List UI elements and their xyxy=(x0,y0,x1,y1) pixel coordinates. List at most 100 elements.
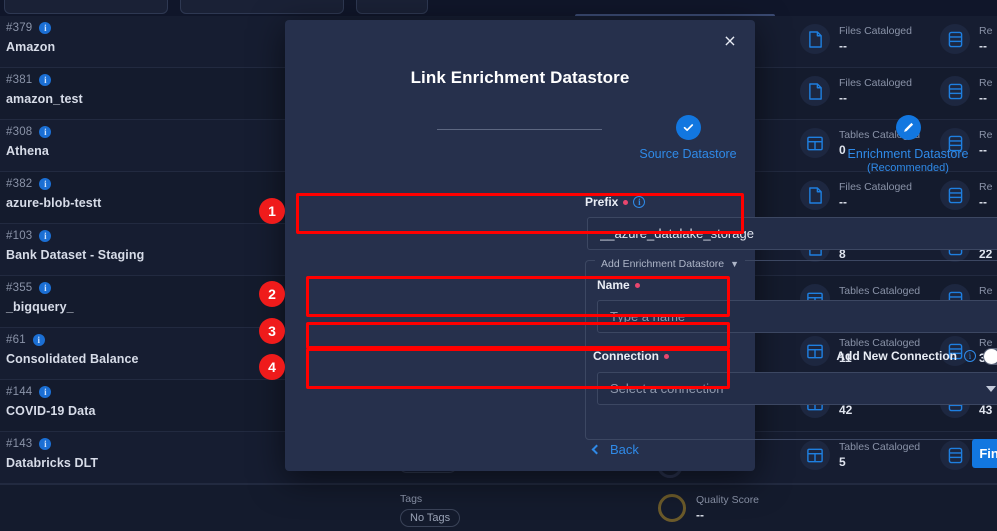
filter-chip-2[interactable] xyxy=(180,0,344,14)
metric-records: Re -- xyxy=(940,180,992,210)
row-name: azure-blob-testt xyxy=(6,196,102,210)
pencil-icon xyxy=(895,115,921,140)
check-icon xyxy=(675,115,701,140)
name-label: Name xyxy=(597,278,630,292)
dialog-title: Link Enrichment Datastore xyxy=(410,68,630,87)
row-id-group: #382 i xyxy=(6,178,52,190)
fieldset-legend-label: Add Enrichment Datastore xyxy=(601,258,725,270)
row-id: #103 xyxy=(6,230,33,242)
tags-section: Tags No Tags xyxy=(400,493,461,527)
connection-select[interactable]: Select a connection xyxy=(597,372,997,405)
quality-score-ring-icon xyxy=(658,494,686,522)
filter-chip-1[interactable] xyxy=(4,0,168,14)
info-icon[interactable]: i xyxy=(964,350,976,362)
annotation-badge-4: 4 xyxy=(259,354,285,380)
row-name: COVID-19 Data xyxy=(6,404,96,418)
quality-score-label: Quality Score xyxy=(696,494,760,506)
row-id-group: #61 i xyxy=(6,334,45,346)
filter-chip-3[interactable] xyxy=(356,0,428,14)
prefix-label: Prefix xyxy=(585,195,619,209)
required-indicator xyxy=(664,353,669,359)
step-enrichment-label: Enrichment Datastore xyxy=(847,147,969,161)
metric-label: Files Cataloged xyxy=(839,181,912,193)
bottom-detail-strip: Tags No Tags Quality Score -- xyxy=(0,484,997,531)
step-source-datastore[interactable]: Source Datastore xyxy=(613,115,763,161)
info-icon[interactable]: i xyxy=(39,178,52,190)
required-indicator xyxy=(634,282,640,288)
info-icon[interactable]: i xyxy=(39,230,52,242)
info-icon[interactable]: i xyxy=(39,126,52,138)
metric-value: 5 xyxy=(839,455,846,469)
tags-empty-chip[interactable]: No Tags xyxy=(400,509,461,527)
info-icon[interactable]: i xyxy=(39,74,52,86)
row-id: #355 xyxy=(6,282,33,294)
info-icon[interactable]: i xyxy=(39,386,52,398)
metric-label: Files Cataloged xyxy=(839,77,912,89)
metric-value: -- xyxy=(839,91,847,105)
row-id-group: #103 i xyxy=(6,230,52,242)
connection-select-value: Select a connection xyxy=(610,381,724,396)
annotation-badge-1: 1 xyxy=(259,198,285,224)
metric-value: -- xyxy=(839,39,847,53)
chevron-left-icon xyxy=(591,444,602,455)
metric-records: Re -- xyxy=(940,76,992,106)
file-icon xyxy=(800,180,830,210)
close-icon[interactable]: × xyxy=(719,30,741,52)
tags-label: Tags xyxy=(400,493,423,505)
row-name: amazon_test xyxy=(6,92,83,106)
finish-button[interactable]: Finish xyxy=(972,439,997,468)
row-id-group: #379 i xyxy=(6,22,52,34)
metric2-value: -- xyxy=(979,39,987,53)
stepper-connector xyxy=(437,129,602,130)
database-icon xyxy=(940,24,970,54)
info-icon[interactable]: i xyxy=(39,282,52,294)
metric-label: Tables Cataloged xyxy=(839,441,921,453)
step-enrichment-sublabel: (Recommended) xyxy=(867,162,949,174)
table-icon xyxy=(800,128,830,158)
add-enrichment-datastore-toggle[interactable]: Add Enrichment Datastore ▼ xyxy=(595,258,746,270)
chevron-down-icon xyxy=(986,385,996,392)
database-icon xyxy=(940,440,970,470)
add-new-connection-toggle[interactable] xyxy=(983,347,997,365)
info-icon[interactable]: i xyxy=(32,334,45,346)
row-name: Bank Dataset - Staging xyxy=(6,248,145,262)
database-icon xyxy=(940,76,970,106)
row-name: _bigquery_ xyxy=(6,300,74,314)
file-icon xyxy=(800,76,830,106)
row-id-group: #355 i xyxy=(6,282,52,294)
prefix-input[interactable] xyxy=(587,217,997,250)
row-id: #379 xyxy=(6,22,33,34)
row-id-group: #144 i xyxy=(6,386,52,398)
row-id: #61 xyxy=(6,334,26,346)
row-name: Databricks DLT xyxy=(6,456,99,470)
metric2-label: Re xyxy=(979,181,993,193)
file-icon xyxy=(800,24,830,54)
row-id: #143 xyxy=(6,438,33,450)
info-icon[interactable]: i xyxy=(633,196,646,208)
metric-records: Re -- xyxy=(940,24,992,54)
step-source-label: Source Datastore xyxy=(639,147,737,161)
metric2-label: Re xyxy=(979,77,993,89)
step-enrichment-datastore[interactable]: Enrichment Datastore (Recommended) xyxy=(833,115,983,174)
metric-cataloged: Tables Cataloged 5 xyxy=(800,440,920,470)
row-id: #308 xyxy=(6,126,33,138)
row-id: #382 xyxy=(6,178,33,190)
wizard-stepper: Source Datastore Enrichment Datastore (R… xyxy=(285,115,968,175)
metric2-value: -- xyxy=(979,195,987,209)
row-id-group: #308 i xyxy=(6,126,52,138)
back-button[interactable]: Back xyxy=(591,442,639,457)
row-name: Athena xyxy=(6,144,49,158)
row-id: #381 xyxy=(6,74,33,86)
link-enrichment-datastore-dialog: × Link Enrichment Datastore Source Datas… xyxy=(285,20,997,471)
annotation-badge-3: 3 xyxy=(259,318,285,344)
connection-row: Connection Add New Connection i xyxy=(593,347,997,365)
metric-cataloged: Files Cataloged -- xyxy=(800,76,912,106)
row-id-group: #143 i xyxy=(6,438,52,450)
row-name: Consolidated Balance xyxy=(6,352,139,366)
info-icon[interactable]: i xyxy=(39,438,52,450)
app-root: #379 i Amazon Files Cataloged -- Re -- #381 i ama… xyxy=(0,0,997,531)
info-icon[interactable]: i xyxy=(39,22,52,34)
name-input[interactable] xyxy=(597,300,997,333)
add-new-connection-label: Add New Connection xyxy=(836,349,957,363)
quality-score-section: Quality Score -- xyxy=(658,494,759,522)
